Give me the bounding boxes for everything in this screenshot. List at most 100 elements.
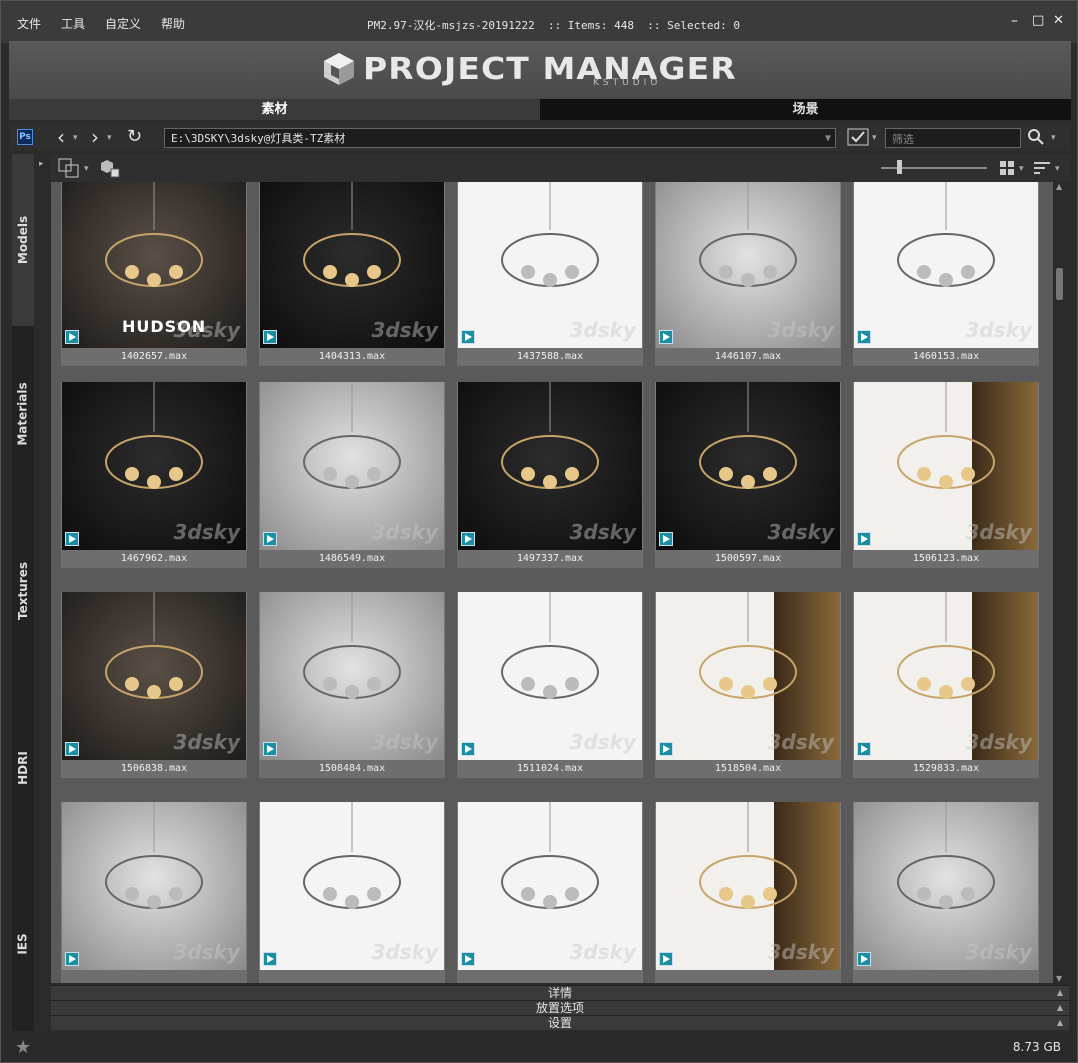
asset-thumbnail[interactable]: 3dsky (656, 382, 840, 550)
asset-card[interactable]: 3dsky (655, 802, 841, 983)
watermark: 3dsky (569, 318, 636, 342)
watermark: 3dsky (173, 520, 240, 544)
watermark: 3dsky (371, 730, 438, 754)
asset-thumbnail[interactable]: 3dsky (458, 182, 642, 348)
asset-card[interactable]: 3dsky HUDSON 1402657.max (61, 182, 247, 366)
back-arrow-icon[interactable]: ‹ (57, 125, 65, 149)
view-dropdown-icon[interactable]: ▾ (1019, 164, 1024, 174)
sync-icon[interactable] (58, 158, 80, 178)
scroll-down-icon[interactable]: ▼ (1056, 974, 1062, 983)
max-file-icon (263, 952, 277, 966)
asset-thumbnail[interactable]: 3dsky (656, 802, 840, 970)
max-file-icon (461, 742, 475, 756)
minimize-button[interactable]: – (1011, 13, 1018, 29)
asset-thumbnail[interactable]: 3dsky (854, 802, 1038, 970)
asset-card[interactable]: 3dsky (853, 802, 1039, 983)
asset-card[interactable]: 3dsky 1511024.max (457, 592, 643, 778)
asset-card[interactable]: 3dsky 1437588.max (457, 182, 643, 366)
back-dropdown-icon[interactable]: ▾ (73, 133, 78, 143)
asset-thumbnail[interactable]: 3dsky (260, 182, 444, 348)
max-file-icon (659, 742, 673, 756)
search-icon[interactable] (1027, 128, 1045, 146)
model-cube-icon[interactable] (99, 158, 121, 178)
asset-thumbnail[interactable]: 3dsky (260, 382, 444, 550)
favorite-star-icon[interactable]: ★ (15, 1037, 31, 1058)
asset-thumbnail[interactable]: 3dsky (854, 592, 1038, 760)
asset-card[interactable]: 3dsky 1529833.max (853, 592, 1039, 778)
menu-file[interactable]: 文件 (17, 15, 41, 32)
menu-tools[interactable]: 工具 (61, 15, 85, 32)
details-panel[interactable]: 详情 ▲ (51, 985, 1069, 1000)
asset-thumbnail[interactable]: 3dsky (260, 592, 444, 760)
asset-thumbnail[interactable]: 3dsky (458, 382, 642, 550)
asset-thumbnail[interactable]: 3dsky (458, 802, 642, 970)
placement-options-panel[interactable]: 放置选项 ▲ (51, 1000, 1069, 1015)
sort-dropdown-icon[interactable]: ▾ (1055, 164, 1060, 174)
asset-card[interactable]: 3dsky 1404313.max (259, 182, 445, 366)
grid-view-icon[interactable] (999, 160, 1015, 176)
asset-card[interactable]: 3dsky 1486549.max (259, 382, 445, 568)
sidebar-item-ies[interactable]: IES (12, 856, 34, 1031)
maximize-button[interactable]: □ (1032, 13, 1044, 28)
asset-thumbnail[interactable]: 3dsky (854, 182, 1038, 348)
tab-scenes[interactable]: 场景 (540, 99, 1071, 120)
checklist-icon[interactable] (847, 128, 869, 146)
filter-input[interactable]: 筛选 (885, 128, 1021, 148)
sidebar-item-models[interactable]: Models (12, 154, 34, 326)
asset-thumbnail[interactable]: 3dsky (656, 182, 840, 348)
sidebar-item-materials[interactable]: Materials (12, 326, 34, 502)
checklist-dropdown-icon[interactable]: ▾ (872, 133, 877, 143)
forward-dropdown-icon[interactable]: ▾ (107, 133, 112, 143)
max-file-icon (659, 952, 673, 966)
thumbnail-size-knob[interactable] (897, 160, 902, 174)
category-sidebar: Models Materials Textures HDRI IES (12, 154, 34, 1031)
asset-thumbnail[interactable]: 3dsky (62, 382, 246, 550)
asset-card[interactable]: 3dsky (457, 802, 643, 983)
settings-panel[interactable]: 设置 ▲ (51, 1015, 1069, 1030)
asset-card[interactable]: 3dsky (259, 802, 445, 983)
asset-card[interactable]: 3dsky 1460153.max (853, 182, 1039, 366)
placement-expand-icon[interactable]: ▲ (1057, 1001, 1063, 1015)
scroll-up-icon[interactable]: ▲ (1056, 182, 1062, 191)
sidebar-item-textures[interactable]: Textures (12, 502, 34, 680)
asset-card[interactable]: 3dsky 1506123.max (853, 382, 1039, 568)
search-dropdown-icon[interactable]: ▾ (1051, 133, 1056, 143)
close-button[interactable]: ✕ (1053, 13, 1064, 28)
asset-card[interactable]: 3dsky 1500597.max (655, 382, 841, 568)
logo-text: PROJECT MANAGER (363, 51, 737, 87)
scrollbar-thumb[interactable] (1056, 268, 1063, 300)
path-input[interactable]: E:\3DSKY\3dsky@灯具类-TZ素材 ▼ (164, 128, 836, 148)
tab-assets[interactable]: 素材 (9, 99, 540, 120)
photoshop-icon[interactable]: Ps (17, 129, 33, 145)
details-expand-icon[interactable]: ▲ (1057, 986, 1063, 1000)
sort-icon[interactable] (1033, 160, 1051, 176)
asset-thumbnail[interactable]: 3dsky (62, 802, 246, 970)
asset-thumbnail[interactable]: 3dsky (656, 592, 840, 760)
sync-dropdown-icon[interactable]: ▾ (84, 164, 89, 174)
asset-thumbnail[interactable]: 3dsky (854, 382, 1038, 550)
max-file-icon (857, 742, 871, 756)
sidebar-item-hdri[interactable]: HDRI (12, 680, 34, 856)
path-dropdown-icon[interactable]: ▼ (825, 131, 831, 146)
menu-customize[interactable]: 自定义 (105, 15, 141, 32)
refresh-icon[interactable]: ↻ (127, 126, 142, 147)
asset-card[interactable]: 3dsky 1506838.max (61, 592, 247, 778)
asset-thumbnail[interactable]: 3dsky (458, 592, 642, 760)
asset-card[interactable]: 3dsky 1446107.max (655, 182, 841, 366)
menu-help[interactable]: 帮助 (161, 15, 185, 32)
expand-sidebar-icon[interactable]: ▸ (39, 159, 44, 169)
grid-scrollbar[interactable]: ▲ ▼ (1053, 182, 1067, 983)
asset-thumbnail[interactable]: 3dsky HUDSON (62, 182, 246, 348)
asset-filename: 1467962.max (61, 550, 247, 568)
asset-card[interactable]: 3dsky 1508484.max (259, 592, 445, 778)
asset-card[interactable]: 3dsky 1497337.max (457, 382, 643, 568)
asset-thumbnail[interactable]: 3dsky (62, 592, 246, 760)
settings-expand-icon[interactable]: ▲ (1057, 1016, 1063, 1030)
asset-card[interactable]: 3dsky 1518504.max (655, 592, 841, 778)
forward-arrow-icon[interactable]: › (91, 125, 99, 149)
asset-thumbnail[interactable]: 3dsky (260, 802, 444, 970)
max-file-icon (65, 742, 79, 756)
asset-card[interactable]: 3dsky (61, 802, 247, 983)
address-bar: Ps ‹ ▾ › ▾ ↻ E:\3DSKY\3dsky@灯具类-TZ素材 ▼ ▾… (9, 123, 1071, 151)
asset-card[interactable]: 3dsky 1467962.max (61, 382, 247, 568)
